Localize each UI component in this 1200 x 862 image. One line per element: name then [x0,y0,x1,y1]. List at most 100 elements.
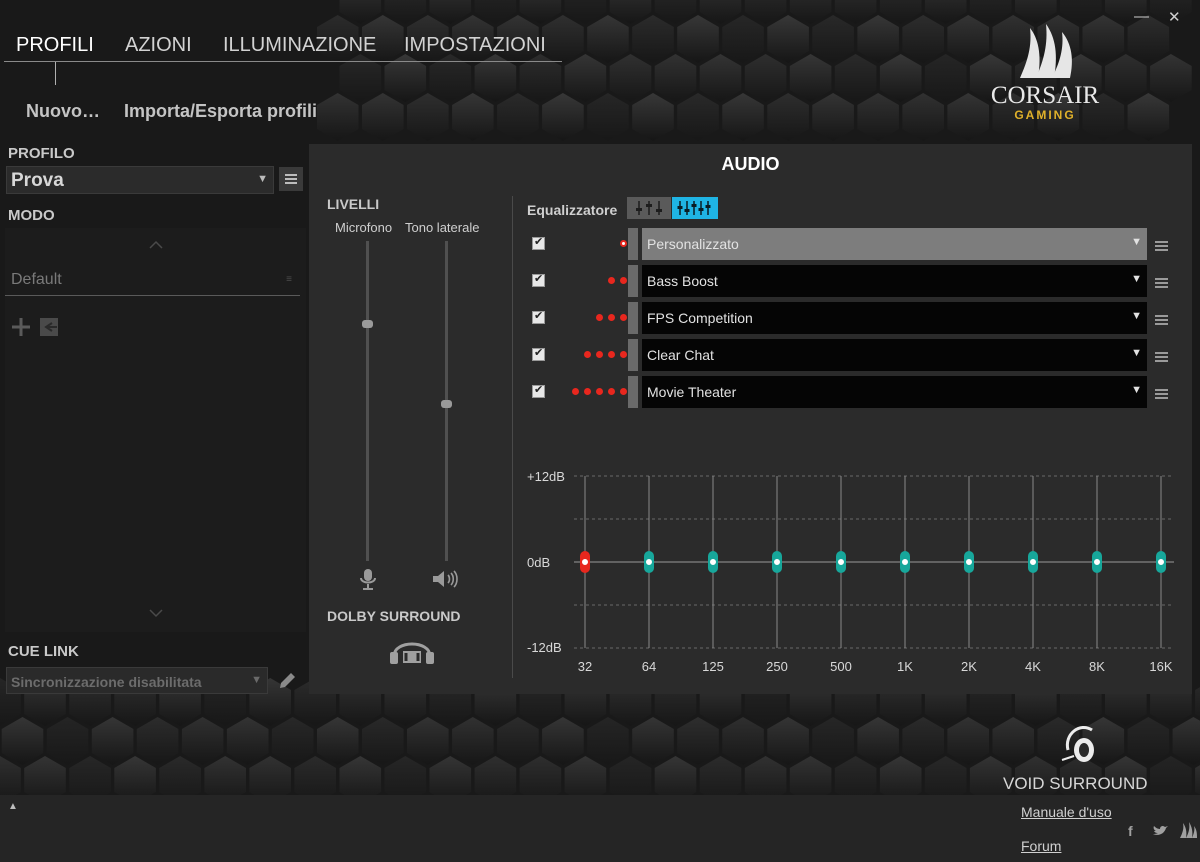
mode-item-menu-icon[interactable]: ≡ [286,274,292,285]
eq-preset-menu-button[interactable] [1155,315,1169,326]
eq-preset-select[interactable]: Movie Theater ▼ [642,376,1147,408]
profile-menu-button[interactable] [279,167,303,191]
scroll-down-icon[interactable] [148,608,164,618]
eq-preset-menu-button[interactable] [1155,241,1169,252]
eq-preset-checkbox[interactable] [532,383,545,398]
eq-band-point[interactable] [965,558,973,566]
eq-preset-indicator [608,277,627,285]
eq-band-point[interactable] [709,558,717,566]
eq-band-label: 1K [897,659,913,674]
eq-band-point[interactable] [1157,558,1165,566]
speaker-icon[interactable] [431,569,461,589]
dolby-headphones-icon[interactable] [388,634,436,666]
eq-band-point[interactable] [1029,558,1037,566]
tab-illuminazione[interactable]: ILLUMINAZIONE [223,34,376,57]
eq-band-point[interactable] [1093,558,1101,566]
eq-band-point[interactable] [773,558,781,566]
eq-band-label: 250 [766,659,788,674]
mode-label: MODO [8,207,55,224]
eq-preset-drag-handle[interactable] [628,228,638,260]
corsair-logo: CORSAIR GAMING [980,20,1110,124]
eq-preset-select[interactable]: Bass Boost ▼ [642,265,1147,297]
facebook-icon[interactable]: f [1128,823,1133,839]
indicator-dot [620,314,627,321]
manual-link[interactable]: Manuale d'uso [1021,804,1112,820]
sliders-3-icon [636,201,662,215]
eq-advanced-mode-button[interactable] [672,197,718,219]
import-mode-icon[interactable] [38,316,60,338]
eq-mid-label: 0dB [527,555,551,570]
indicator-dot [584,388,591,395]
eq-band-label: 16K [1149,659,1173,674]
twitter-icon[interactable] [1152,825,1168,837]
cue-link-value: Sincronizzazione disabilitata [11,674,202,690]
eq-preset-select[interactable]: Clear Chat ▼ [642,339,1147,371]
forum-link[interactable]: Forum [1021,838,1061,854]
eq-preset-row[interactable]: FPS Competition ▼ [527,302,1169,334]
new-profile-link[interactable]: Nuovo… [26,101,100,122]
indicator-dot [620,277,627,284]
eq-preset-select[interactable]: FPS Competition ▼ [642,302,1147,334]
eq-preset-row[interactable]: Movie Theater ▼ [527,376,1169,408]
eq-band-label: 500 [830,659,852,674]
eq-preset-label: Personalizzato [647,236,739,252]
indicator-dot [608,314,615,321]
corsair-small-icon[interactable] [1178,821,1198,839]
tab-impostazioni[interactable]: IMPOSTAZIONI [404,34,546,57]
minimize-button[interactable]: — [1134,8,1149,25]
eq-preset-drag-handle[interactable] [628,265,638,297]
eq-band-label: 4K [1025,659,1041,674]
scroll-up-icon[interactable] [148,240,164,250]
device-name[interactable]: VOID SURROUND [1003,774,1148,794]
chevron-down-icon: ▼ [257,173,268,185]
eq-graph[interactable] [519,462,1179,682]
eq-preset-menu-button[interactable] [1155,389,1169,400]
chevron-down-icon: ▼ [1131,384,1142,396]
eq-preset-checkbox[interactable] [532,346,545,361]
eq-band-point[interactable] [837,558,845,566]
eq-band-label: 125 [702,659,724,674]
indicator-dot [608,351,615,358]
cue-link-label: CUE LINK [8,643,79,660]
eq-preset-drag-handle[interactable] [628,302,638,334]
eq-preset-label: Clear Chat [647,347,714,363]
expand-up-icon[interactable]: ▲ [8,801,18,812]
pencil-icon[interactable] [276,670,298,692]
indicator-dot [620,351,627,358]
eq-preset-checkbox[interactable] [532,309,545,324]
eq-preset-menu-button[interactable] [1155,278,1169,289]
mic-label: Microfono [335,220,393,235]
eq-band-label: 2K [961,659,977,674]
audio-title: AUDIO [721,154,780,174]
import-export-link[interactable]: Importa/Esporta profili [124,101,317,122]
mode-item-default[interactable]: Default ≡ [5,264,300,296]
indicator-dot [620,240,627,247]
levels-label: LIVELLI [327,196,380,212]
eq-preset-row[interactable]: Clear Chat ▼ [527,339,1169,371]
eq-preset-row[interactable]: Personalizzato ▼ [527,228,1169,260]
microphone-icon[interactable] [358,568,378,590]
mic-slider-track[interactable] [366,241,369,561]
eq-preset-checkbox[interactable] [532,235,545,250]
eq-band-point[interactable] [645,558,653,566]
eq-preset-checkbox[interactable] [532,272,545,287]
eq-band-point[interactable] [901,558,909,566]
eq-preset-drag-handle[interactable] [628,376,638,408]
eq-simple-mode-button[interactable] [627,197,671,219]
eq-preset-label: Bass Boost [647,273,718,289]
eq-preset-row[interactable]: Bass Boost ▼ [527,265,1169,297]
tab-profili[interactable]: PROFILI [16,34,94,57]
eq-preset-select[interactable]: Personalizzato ▼ [642,228,1147,260]
indicator-dot [608,277,615,284]
eq-preset-menu-button[interactable] [1155,352,1169,363]
tab-azioni[interactable]: AZIONI [125,34,192,57]
close-button[interactable]: ✕ [1168,8,1181,26]
add-mode-icon[interactable] [10,316,32,338]
mic-slider-thumb[interactable] [362,320,373,329]
eq-band-point[interactable] [581,558,589,566]
sidetone-slider-thumb[interactable] [441,400,452,409]
cue-link-select[interactable]: Sincronizzazione disabilitata ▼ [6,667,268,694]
profile-select[interactable]: Prova ▼ [6,166,274,194]
indicator-dot [620,388,627,395]
eq-preset-drag-handle[interactable] [628,339,638,371]
